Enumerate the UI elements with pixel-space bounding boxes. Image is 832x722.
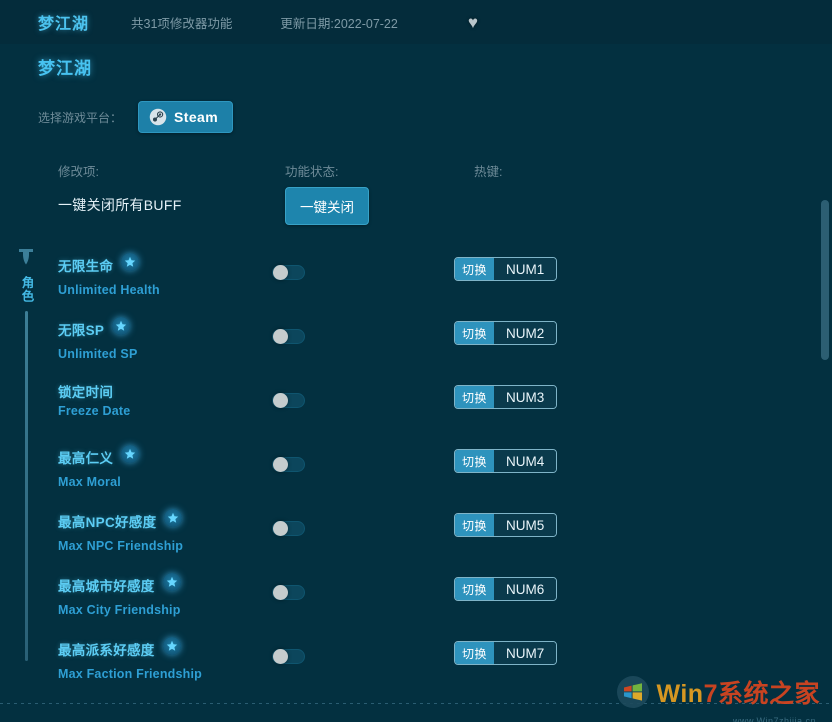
page-title-row: 梦江湖: [0, 44, 832, 79]
feature-count-label: 共31项修改器功能: [131, 13, 232, 32]
feature-toggle[interactable]: [272, 393, 305, 408]
scrollbar-thumb[interactable]: [821, 200, 829, 360]
feature-name-en: Unlimited Health: [58, 283, 160, 297]
hotkey-control[interactable]: 切换NUM5: [454, 513, 557, 537]
column-header-hotkey: 热键:: [474, 161, 502, 180]
feature-names: 最高派系好感度 Max Faction Friendship: [58, 637, 202, 681]
toggle-knob: [273, 393, 288, 408]
hotkey-control[interactable]: 切换NUM2: [454, 321, 557, 345]
feature-name-en: Max Moral: [58, 475, 139, 489]
close-all-buffs-button[interactable]: 一键关闭: [285, 187, 369, 225]
hotkey-action-label: 切换: [455, 514, 494, 536]
column-headers: 修改项: 功能状态: 热键:: [0, 153, 832, 187]
star-icon: [121, 445, 139, 463]
column-header-status: 功能状态:: [285, 161, 338, 180]
feature-toggle[interactable]: [272, 265, 305, 280]
hotkey-control[interactable]: 切换NUM7: [454, 641, 557, 665]
toggle-knob: [273, 649, 288, 664]
feature-name-cn: 无限生命: [58, 255, 113, 275]
feature-name-cn: 锁定时间: [58, 381, 113, 401]
toggle-knob: [273, 457, 288, 472]
features-content: 角色 无限生命Unlimited Health切换NUM1无限SPUnlimit…: [0, 247, 832, 677]
hotkey-key-field[interactable]: NUM4: [494, 450, 556, 472]
hotkey-control[interactable]: 切换NUM4: [454, 449, 557, 473]
feature-name-cn: 最高派系好感度: [58, 639, 155, 659]
feature-names: 锁定时间 Freeze Date: [58, 381, 130, 418]
hotkey-control[interactable]: 切换NUM6: [454, 577, 557, 601]
watermark-url: www.Win7zhijia.cn: [733, 716, 816, 722]
feature-names: 最高NPC好感度 Max NPC Friendship: [58, 509, 183, 553]
topbar-game-name: 梦江湖: [38, 10, 89, 34]
hotkey-key-field[interactable]: NUM6: [494, 578, 556, 600]
feature-row: 最高仁义 Max Moral 切换NUM4: [0, 439, 832, 503]
steam-platform-button[interactable]: Steam: [138, 101, 233, 133]
hotkey-control[interactable]: 切换NUM3: [454, 385, 557, 409]
feature-name-en: Unlimited SP: [58, 347, 138, 361]
feature-toggle[interactable]: [272, 585, 305, 600]
feature-names: 无限生命 Unlimited Health: [58, 253, 160, 297]
feature-toggle[interactable]: [272, 649, 305, 664]
hotkey-action-label: 切换: [455, 322, 494, 344]
feature-name-en: Max Faction Friendship: [58, 667, 202, 681]
feature-row: 无限生命 Unlimited Health 切换NUM1: [0, 247, 832, 311]
feature-name-en: Max City Friendship: [58, 603, 181, 617]
toggle-knob: [273, 585, 288, 600]
feature-row: 最高NPC好感度 Max NPC Friendship 切换NUM5: [0, 503, 832, 567]
hotkey-action-label: 切换: [455, 578, 494, 600]
heart-icon[interactable]: ♥: [468, 14, 478, 31]
hotkey-key-field[interactable]: NUM7: [494, 642, 556, 664]
feature-name-cn: 最高仁义: [58, 447, 113, 467]
hotkey-key-field[interactable]: NUM2: [494, 322, 556, 344]
star-icon: [121, 253, 139, 271]
hotkey-action-label: 切换: [455, 386, 494, 408]
vertical-scrollbar[interactable]: [820, 0, 830, 722]
feature-names: 最高城市好感度 Max City Friendship: [58, 573, 181, 617]
column-header-name: 修改项:: [58, 161, 99, 180]
star-icon: [163, 637, 181, 655]
steam-button-label: Steam: [174, 109, 218, 125]
update-date-label: 更新日期:2022-07-22: [280, 13, 397, 32]
hotkey-control[interactable]: 切换NUM1: [454, 257, 557, 281]
feature-toggle[interactable]: [272, 329, 305, 344]
feature-toggle[interactable]: [272, 457, 305, 472]
hotkey-action-label: 切换: [455, 258, 494, 280]
toggle-knob: [273, 329, 288, 344]
page-title: 梦江湖: [38, 59, 92, 78]
hotkey-key-field[interactable]: NUM1: [494, 258, 556, 280]
hotkey-key-field[interactable]: NUM3: [494, 386, 556, 408]
toggle-knob: [273, 265, 288, 280]
star-icon: [164, 509, 182, 527]
feature-row: 无限SP Unlimited SP 切换NUM2: [0, 311, 832, 375]
close-all-buffs-row: 一键关闭所有BUFF 一键关闭: [0, 187, 832, 237]
feature-row: 锁定时间 Freeze Date 切换NUM3: [0, 375, 832, 439]
top-bar: 梦江湖 共31项修改器功能 更新日期:2022-07-22 ♥: [0, 0, 832, 44]
platform-label: 选择游戏平台：: [38, 109, 122, 126]
feature-name-en: Max NPC Friendship: [58, 539, 183, 553]
star-icon: [112, 317, 130, 335]
feature-rows: 无限生命Unlimited Health切换NUM1无限SPUnlimited …: [0, 247, 832, 695]
bottom-divider: [0, 703, 832, 704]
feature-toggle[interactable]: [272, 521, 305, 536]
close-all-buffs-label: 一键关闭所有BUFF: [58, 195, 182, 215]
feature-names: 无限SP Unlimited SP: [58, 317, 138, 361]
steam-icon: [149, 108, 167, 126]
platform-selector-row: 选择游戏平台： Steam: [0, 79, 832, 133]
feature-name-cn: 最高城市好感度: [58, 575, 155, 595]
feature-names: 最高仁义 Max Moral: [58, 445, 139, 489]
feature-name-cn: 无限SP: [58, 319, 104, 339]
feature-row: 最高城市好感度 Max City Friendship 切换NUM6: [0, 567, 832, 631]
hotkey-key-field[interactable]: NUM5: [494, 514, 556, 536]
feature-name-cn: 最高NPC好感度: [58, 511, 156, 531]
star-icon: [163, 573, 181, 591]
hotkey-action-label: 切换: [455, 642, 494, 664]
hotkey-action-label: 切换: [455, 450, 494, 472]
feature-name-en: Freeze Date: [58, 404, 130, 418]
toggle-knob: [273, 521, 288, 536]
feature-row: 最高派系好感度 Max Faction Friendship 切换NUM7: [0, 631, 832, 695]
